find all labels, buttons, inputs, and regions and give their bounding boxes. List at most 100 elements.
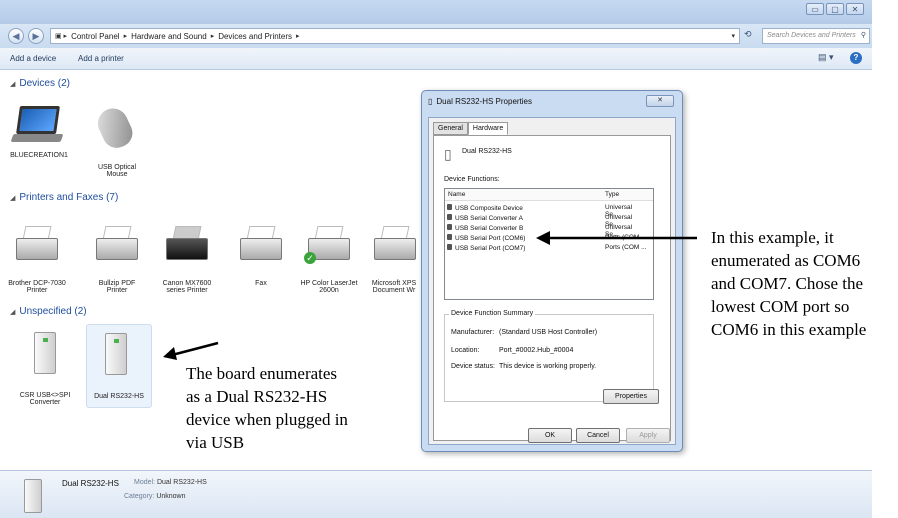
window-title-bar: ▭ ▢ ✕ — [0, 0, 872, 24]
apply-button[interactable]: Apply — [626, 428, 670, 443]
device-label: Dual RS232-HS — [94, 393, 144, 400]
printer-icon — [88, 222, 146, 268]
printer-icon — [8, 222, 66, 268]
location-label: Location: — [451, 347, 480, 354]
address-bar[interactable]: ▣ ▸ Control Panel ▸ Hardware and Sound ▸… — [50, 28, 740, 44]
collapse-triangle-icon[interactable]: ◢ — [10, 80, 15, 88]
device-icon: ▯ — [428, 97, 433, 106]
device-label: CSR USB<>SPI Converter — [19, 392, 71, 406]
breadcrumb-devices-and-printers[interactable]: Devices and Printers — [218, 32, 292, 41]
chevron-right-icon[interactable]: ▸ — [296, 32, 300, 40]
mouse-icon — [88, 103, 146, 153]
usb-icon — [447, 224, 452, 230]
summary-label: Device Function Summary — [449, 310, 536, 317]
list-item[interactable]: USB Serial Port (COM7) Ports (COM ... — [447, 244, 647, 254]
printer-icon — [158, 222, 216, 268]
device-label: USB Optical Mouse — [97, 164, 137, 178]
device-bluecreation1[interactable]: BLUECREATION1 — [10, 104, 68, 159]
collapse-triangle-icon[interactable]: ◢ — [10, 308, 15, 316]
laptop-icon — [10, 104, 68, 150]
refresh-icon[interactable]: ⟲ — [744, 29, 752, 40]
annotation-com-ports: In this example, it enumerated as COM6 a… — [711, 228, 867, 339]
details-device-name: Dual RS232-HS — [62, 479, 119, 488]
device-name: Dual RS232-HS — [462, 148, 512, 155]
dialog-tabs: General Hardware — [433, 122, 509, 135]
dialog-close-button[interactable]: ✕ — [646, 95, 674, 107]
hardware-panel: ▯ Dual RS232-HS Device Functions: Name T… — [433, 135, 671, 441]
details-pane: Dual RS232-HS Model: Dual RS232-HS Categ… — [0, 470, 872, 518]
breadcrumb-control-panel[interactable]: Control Panel — [71, 32, 119, 41]
close-button[interactable]: ✕ — [846, 3, 864, 15]
device-icon: ▯ — [444, 146, 452, 162]
dropdown-arrow-icon[interactable]: ▾ — [731, 32, 735, 40]
forward-button[interactable]: ▶ — [28, 28, 44, 44]
printer-label: HP Color LaserJet 2600n — [300, 280, 358, 294]
chevron-right-icon[interactable]: ▸ — [211, 32, 215, 40]
section-devices-label: Devices (2) — [19, 78, 70, 89]
section-printers[interactable]: ◢ Printers and Faxes (7) — [10, 192, 118, 203]
printer-icon — [366, 222, 422, 268]
model-value: Dual RS232-HS — [156, 479, 207, 486]
category-value: Unknown — [156, 493, 186, 500]
address-row: ◀ ▶ ▣ ▸ Control Panel ▸ Hardware and Sou… — [0, 24, 872, 48]
column-name[interactable]: Name — [448, 191, 465, 198]
ok-button[interactable]: OK — [528, 428, 572, 443]
status-value: This device is working properly. — [499, 363, 597, 370]
control-panel-icon: ▣ ▸ — [55, 33, 68, 40]
usb-icon — [447, 204, 452, 210]
section-unspecified[interactable]: ◢ Unspecified (2) — [10, 306, 87, 317]
arrow-to-device — [163, 341, 219, 360]
manufacturer-label: Manufacturer: — [451, 329, 495, 336]
port-icon — [447, 234, 452, 240]
device-label: BLUECREATION1 — [10, 152, 68, 159]
collapse-triangle-icon[interactable]: ◢ — [10, 194, 15, 202]
tab-hardware[interactable]: Hardware — [467, 122, 509, 135]
section-printers-label: Printers and Faxes (7) — [19, 192, 119, 203]
printer-icon: ✓ — [300, 222, 358, 268]
device-dual-rs232-hs[interactable]: Dual RS232-HS — [86, 324, 152, 408]
list-item[interactable]: USB Serial Converter A Universal Se... — [447, 214, 647, 228]
dialog-title: Dual RS232-HS Properties — [436, 97, 533, 106]
printer-canon[interactable]: Canon MX7600 series Printer — [158, 222, 216, 294]
cancel-button[interactable]: Cancel — [576, 428, 620, 443]
view-options-icon[interactable]: ▤ ▾ — [818, 52, 834, 63]
tab-general[interactable]: General — [433, 122, 468, 135]
annotation-board: The board enumerates as a Dual RS232-HS … — [186, 364, 348, 452]
search-input[interactable]: Search Devices and Printers ⚲ — [762, 28, 870, 44]
model-label: Model: — [134, 479, 156, 486]
add-printer-button[interactable]: Add a printer — [78, 54, 124, 63]
window-controls: ▭ ▢ ✕ — [806, 3, 864, 15]
printer-microsoft-xps[interactable]: Microsoft XPS Document Wr — [366, 222, 422, 294]
printer-label: Fax — [255, 280, 267, 287]
device-functions-list[interactable]: Name Type USB Composite Device Universal … — [444, 188, 654, 300]
help-icon[interactable]: ? — [850, 52, 862, 64]
details-category: Category: Unknown — [124, 493, 186, 500]
section-devices[interactable]: ◢ Devices (2) — [10, 78, 70, 89]
chevron-right-icon[interactable]: ▸ — [124, 32, 128, 40]
printer-hp[interactable]: ✓ HP Color LaserJet 2600n — [300, 222, 358, 294]
add-device-button[interactable]: Add a device — [10, 54, 56, 63]
list-item[interactable]: USB Serial Converter B Universal Se... — [447, 224, 647, 238]
device-usb-mouse[interactable]: USB Optical Mouse — [88, 103, 146, 178]
back-button[interactable]: ◀ — [8, 28, 24, 44]
default-check-icon: ✓ — [304, 252, 316, 264]
search-icon[interactable]: ⚲ — [861, 31, 866, 39]
device-csr-usb-spi[interactable]: CSR USB<>SPI Converter — [16, 330, 74, 406]
maximize-button[interactable]: ▢ — [826, 3, 844, 15]
list-item[interactable]: USB Serial Port (COM6) Ports (COM ... — [447, 234, 647, 244]
printer-label: Microsoft XPS Document Wr — [371, 280, 417, 294]
properties-dialog: ▯ Dual RS232-HS Properties ✕ General Har… — [421, 90, 683, 452]
list-item[interactable]: USB Composite Device Universal Se... — [447, 204, 647, 218]
printer-brother[interactable]: Brother DCP-7030 Printer — [8, 222, 66, 294]
function-summary-box: Device Function Summary Manufacturer: (S… — [444, 310, 659, 404]
properties-button[interactable]: Properties — [603, 389, 659, 404]
location-value: Port_#0002.Hub_#0004 — [499, 347, 574, 354]
status-label: Device status: — [451, 363, 495, 370]
printer-bullzip[interactable]: Bullzip PDF Printer — [88, 222, 146, 294]
breadcrumb-hardware-and-sound[interactable]: Hardware and Sound — [131, 32, 207, 41]
minimize-button[interactable]: ▭ — [806, 3, 824, 15]
printer-fax[interactable]: Fax — [232, 222, 290, 287]
device-tower-icon — [16, 330, 74, 376]
column-type[interactable]: Type — [605, 191, 619, 198]
device-tower-icon — [24, 479, 42, 513]
